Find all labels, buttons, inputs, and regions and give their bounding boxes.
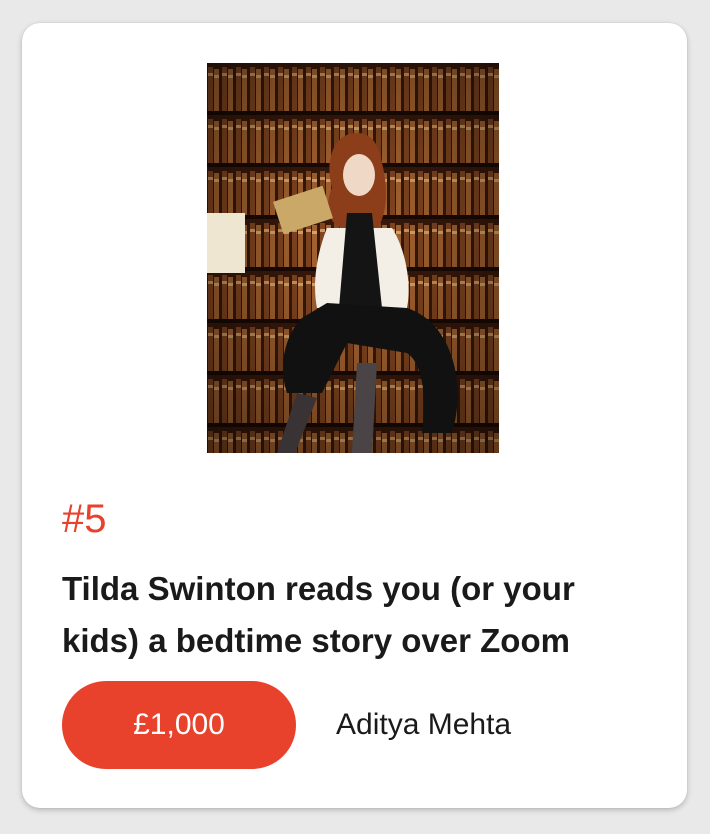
listing-card[interactable]: #5 Tilda Swinton reads you (or your kids… <box>22 23 687 808</box>
seller-name: Aditya Mehta <box>336 708 512 741</box>
price-button[interactable]: £1,000 <box>62 681 296 769</box>
portrait-photo-icon <box>207 63 499 453</box>
rank-label: #5 <box>62 497 107 541</box>
listing-photo[interactable] <box>207 63 499 453</box>
listing-title[interactable]: Tilda Swinton reads you (or your kids) a… <box>62 563 652 667</box>
